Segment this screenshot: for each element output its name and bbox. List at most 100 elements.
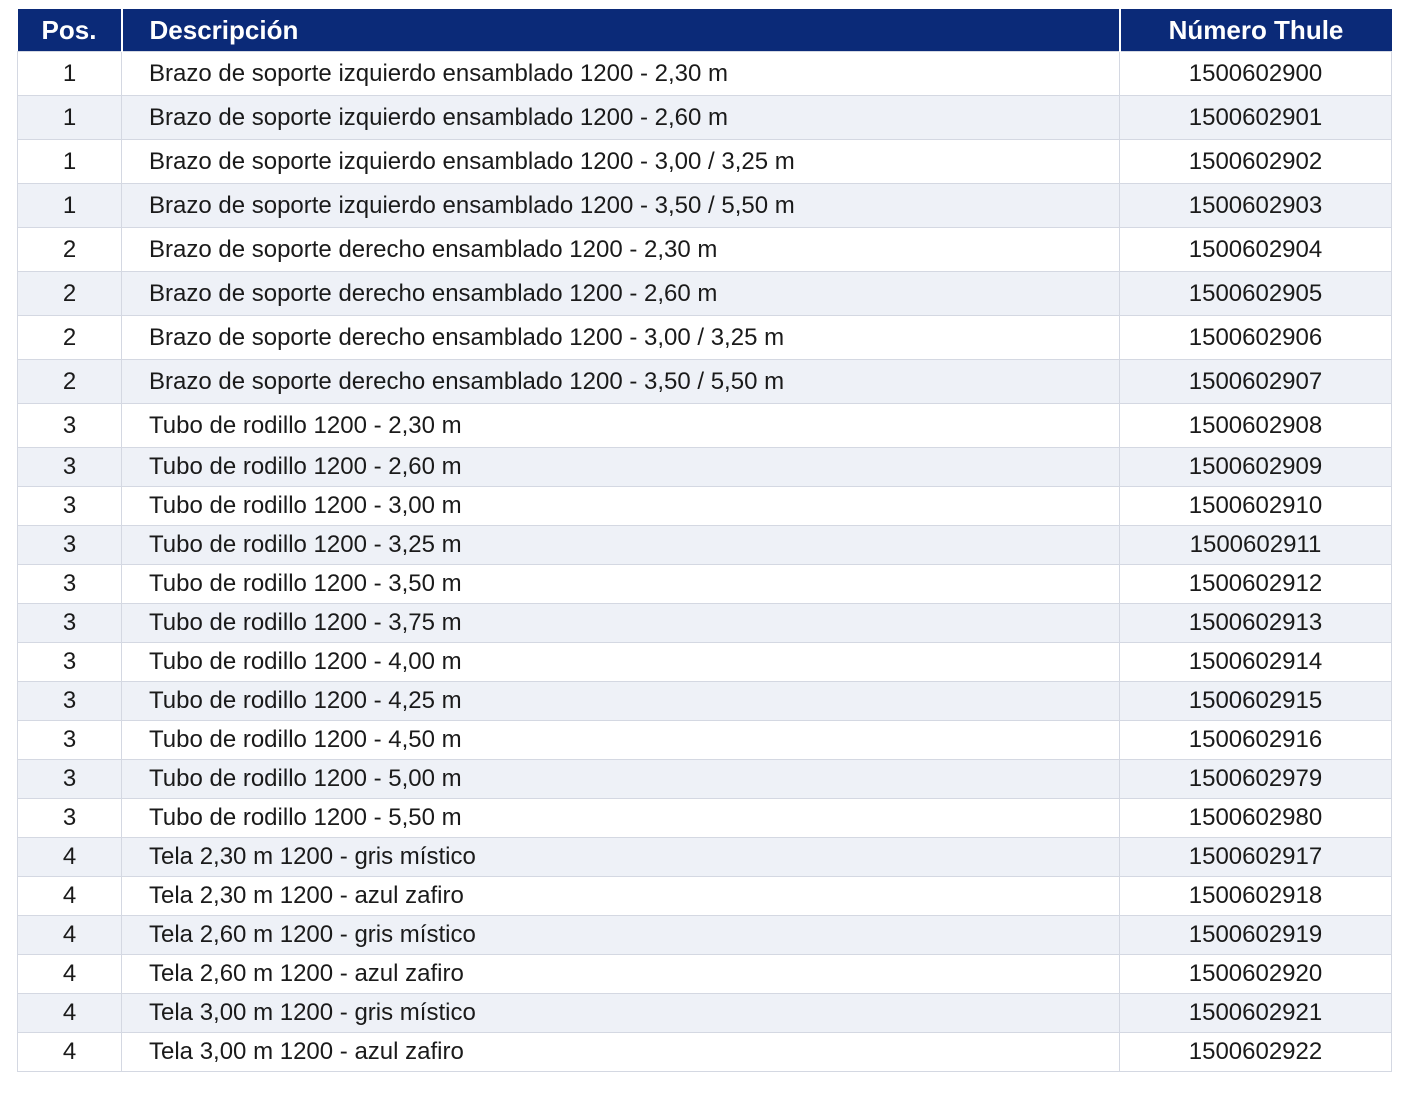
row-description: Tubo de rodillo 1200 - 5,00 m <box>121 759 1120 799</box>
row-description: Tela 2,60 m 1200 - gris místico <box>121 915 1120 955</box>
row-pos: 3 <box>17 603 122 643</box>
row-pos: 2 <box>17 271 122 316</box>
row-thule-number: 1500602911 <box>1119 525 1392 565</box>
table-row: 3 Tubo de rodillo 1200 - 4,50 m 1500602916 <box>17 720 1392 760</box>
row-thule-number: 1500602909 <box>1119 447 1392 487</box>
table-row: 3 Tubo de rodillo 1200 - 2,60 m 1500602909 <box>17 447 1392 487</box>
header-thule-number: Número Thule <box>1119 9 1392 52</box>
row-description: Tela 3,00 m 1200 - azul zafiro <box>121 1032 1120 1072</box>
row-description: Tubo de rodillo 1200 - 3,00 m <box>121 486 1120 526</box>
row-description: Tubo de rodillo 1200 - 4,00 m <box>121 642 1120 682</box>
row-pos: 3 <box>17 759 122 799</box>
table-header: Pos. Descripción Número Thule <box>17 9 1392 52</box>
table-row: 4 Tela 2,60 m 1200 - azul zafiro 150060292… <box>17 954 1392 994</box>
row-pos: 4 <box>17 993 122 1033</box>
row-pos: 3 <box>17 525 122 565</box>
row-thule-number: 1500602907 <box>1119 359 1392 404</box>
table-row: 1 Brazo de soporte izquierdo ensamblado 1… <box>17 95 1392 140</box>
row-description: Brazo de soporte izquierdo ensamblado 12… <box>121 51 1120 96</box>
row-thule-number: 1500602908 <box>1119 403 1392 448</box>
table-row: 1 Brazo de soporte izquierdo ensamblado 1… <box>17 51 1392 96</box>
table-row: 4 Tela 3,00 m 1200 - azul zafiro 150060292… <box>17 1032 1392 1072</box>
row-pos: 4 <box>17 915 122 955</box>
row-pos: 4 <box>17 954 122 994</box>
row-pos: 2 <box>17 315 122 360</box>
row-description: Brazo de soporte izquierdo ensamblado 12… <box>121 139 1120 184</box>
row-pos: 1 <box>17 95 122 140</box>
row-thule-number: 1500602980 <box>1119 798 1392 838</box>
parts-table-container: Pos. Descripción Número Thule 1 Brazo de … <box>17 9 1392 1072</box>
header-pos: Pos. <box>17 9 123 52</box>
row-pos: 3 <box>17 642 122 682</box>
table-row: 4 Tela 3,00 m 1200 - gris místico 15006029… <box>17 993 1392 1033</box>
row-thule-number: 1500602913 <box>1119 603 1392 643</box>
row-thule-number: 1500602900 <box>1119 51 1392 96</box>
row-thule-number: 1500602902 <box>1119 139 1392 184</box>
row-thule-number: 1500602905 <box>1119 271 1392 316</box>
row-pos: 1 <box>17 183 122 228</box>
row-pos: 3 <box>17 403 122 448</box>
table-row: 3 Tubo de rodillo 1200 - 3,00 m 1500602910 <box>17 486 1392 526</box>
row-description: Tubo de rodillo 1200 - 4,25 m <box>121 681 1120 721</box>
row-thule-number: 1500602910 <box>1119 486 1392 526</box>
row-description: Tela 2,60 m 1200 - azul zafiro <box>121 954 1120 994</box>
table-row: 4 Tela 2,60 m 1200 - gris místico 15006029… <box>17 915 1392 955</box>
row-description: Tubo de rodillo 1200 - 4,50 m <box>121 720 1120 760</box>
row-thule-number: 1500602918 <box>1119 876 1392 916</box>
table-row: 2 Brazo de soporte derecho ensamblado 120… <box>17 227 1392 272</box>
row-pos: 3 <box>17 681 122 721</box>
row-thule-number: 1500602906 <box>1119 315 1392 360</box>
table-row: 3 Tubo de rodillo 1200 - 3,50 m 1500602912 <box>17 564 1392 604</box>
table-row: 3 Tubo de rodillo 1200 - 3,75 m 1500602913 <box>17 603 1392 643</box>
row-thule-number: 1500602917 <box>1119 837 1392 877</box>
table-row: 3 Tubo de rodillo 1200 - 3,25 m 1500602911 <box>17 525 1392 565</box>
row-thule-number: 1500602921 <box>1119 993 1392 1033</box>
table-row: 2 Brazo de soporte derecho ensamblado 120… <box>17 315 1392 360</box>
row-thule-number: 1500602904 <box>1119 227 1392 272</box>
header-description: Descripción <box>121 9 1121 52</box>
table-row: 1 Brazo de soporte izquierdo ensamblado 1… <box>17 139 1392 184</box>
row-pos: 3 <box>17 798 122 838</box>
row-description: Tela 2,30 m 1200 - azul zafiro <box>121 876 1120 916</box>
row-thule-number: 1500602979 <box>1119 759 1392 799</box>
row-pos: 3 <box>17 564 122 604</box>
table-row: 2 Brazo de soporte derecho ensamblado 120… <box>17 359 1392 404</box>
row-description: Tubo de rodillo 1200 - 2,60 m <box>121 447 1120 487</box>
row-pos: 3 <box>17 720 122 760</box>
table-body: 1 Brazo de soporte izquierdo ensamblado 1… <box>17 51 1392 1072</box>
table-row: 3 Tubo de rodillo 1200 - 4,25 m 1500602915 <box>17 681 1392 721</box>
row-pos: 4 <box>17 837 122 877</box>
row-pos: 3 <box>17 486 122 526</box>
row-pos: 1 <box>17 139 122 184</box>
row-pos: 1 <box>17 51 122 96</box>
row-thule-number: 1500602903 <box>1119 183 1392 228</box>
table-row: 3 Tubo de rodillo 1200 - 5,00 m 1500602979 <box>17 759 1392 799</box>
row-description: Brazo de soporte derecho ensamblado 1200… <box>121 359 1120 404</box>
row-thule-number: 1500602919 <box>1119 915 1392 955</box>
table-row: 1 Brazo de soporte izquierdo ensamblado 1… <box>17 183 1392 228</box>
row-description: Tela 3,00 m 1200 - gris místico <box>121 993 1120 1033</box>
header-row: Pos. Descripción Número Thule <box>17 9 1392 52</box>
row-pos: 4 <box>17 1032 122 1072</box>
row-description: Tubo de rodillo 1200 - 5,50 m <box>121 798 1120 838</box>
row-thule-number: 1500602912 <box>1119 564 1392 604</box>
table-row: 3 Tubo de rodillo 1200 - 5,50 m 1500602980 <box>17 798 1392 838</box>
row-description: Tubo de rodillo 1200 - 2,30 m <box>121 403 1120 448</box>
row-description: Tubo de rodillo 1200 - 3,50 m <box>121 564 1120 604</box>
row-pos: 3 <box>17 447 122 487</box>
row-thule-number: 1500602901 <box>1119 95 1392 140</box>
table-row: 4 Tela 2,30 m 1200 - azul zafiro 150060291… <box>17 876 1392 916</box>
row-thule-number: 1500602920 <box>1119 954 1392 994</box>
row-description: Brazo de soporte derecho ensamblado 1200… <box>121 271 1120 316</box>
row-thule-number: 1500602915 <box>1119 681 1392 721</box>
table-row: 4 Tela 2,30 m 1200 - gris místico 15006029… <box>17 837 1392 877</box>
table-row: 3 Tubo de rodillo 1200 - 2,30 m 1500602908 <box>17 403 1392 448</box>
row-pos: 2 <box>17 227 122 272</box>
table-row: 3 Tubo de rodillo 1200 - 4,00 m 1500602914 <box>17 642 1392 682</box>
row-thule-number: 1500602916 <box>1119 720 1392 760</box>
row-thule-number: 1500602922 <box>1119 1032 1392 1072</box>
row-description: Brazo de soporte derecho ensamblado 1200… <box>121 315 1120 360</box>
table-row: 2 Brazo de soporte derecho ensamblado 120… <box>17 271 1392 316</box>
row-description: Brazo de soporte izquierdo ensamblado 12… <box>121 183 1120 228</box>
row-thule-number: 1500602914 <box>1119 642 1392 682</box>
